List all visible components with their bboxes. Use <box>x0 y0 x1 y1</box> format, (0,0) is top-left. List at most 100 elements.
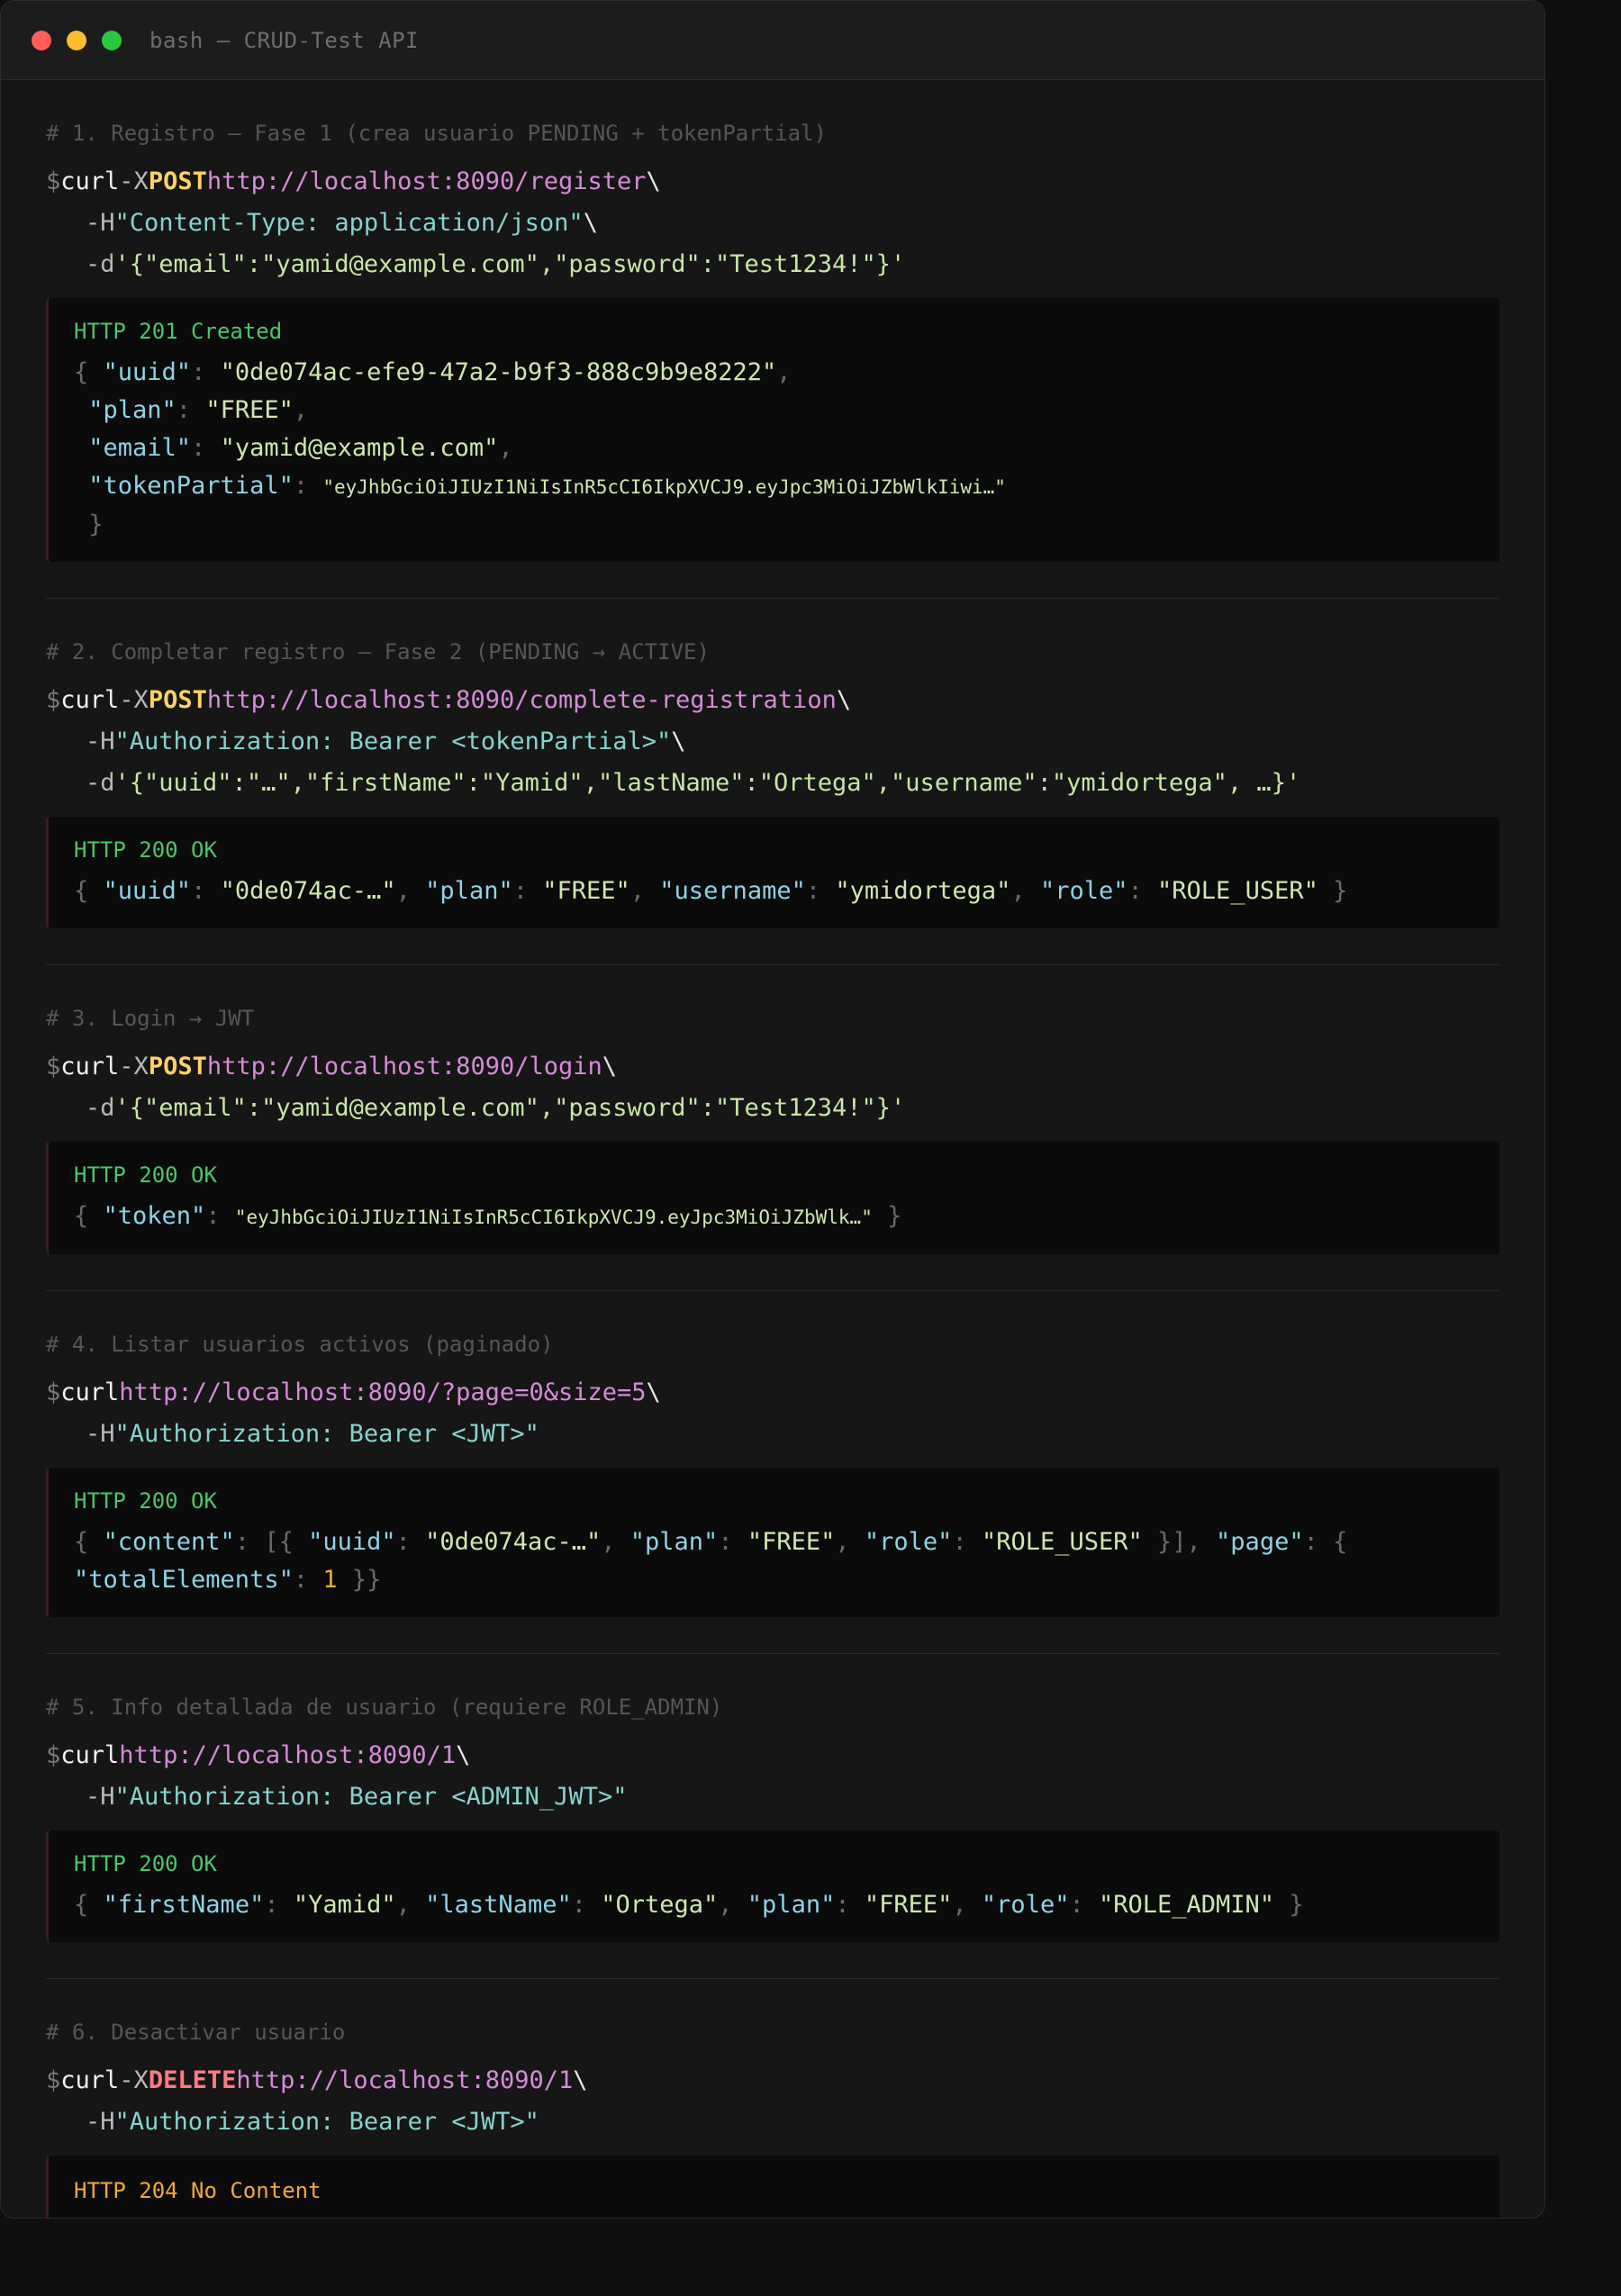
json-value-email: "yamid@example.com" <box>220 434 499 462</box>
json-value-plan: "FREE" <box>864 1891 953 1919</box>
response-block: HTTP 200 OK { "firstName": "Yamid", "las… <box>46 1830 1499 1942</box>
json-value-first-name: "Yamid" <box>293 1891 396 1919</box>
json-value-uuid: "0de074ac-…" <box>425 1528 602 1556</box>
section-register: # 1. Registro — Fase 1 (crea usuario PEN… <box>46 80 1499 599</box>
line-continuation: \ <box>573 2066 588 2094</box>
zoom-window-button[interactable] <box>102 30 122 50</box>
request-url: http://localhost:8090/complete-registrat… <box>206 686 837 714</box>
line-continuation: \ <box>602 1053 618 1080</box>
header-flag: -H <box>86 1783 115 1811</box>
line-continuation: \ <box>646 1379 661 1406</box>
prompt-symbol: $ <box>46 686 61 714</box>
json-value-role: "ROLE_USER" <box>981 1528 1143 1556</box>
json-line: { "uuid": "0de074ac-…", "plan": "FREE", … <box>74 877 1348 905</box>
request-url: http://localhost:8090/1 <box>236 2066 574 2094</box>
close-window-button[interactable] <box>32 30 51 50</box>
header-value: "Content-Type: application/json" <box>114 209 584 237</box>
json-line: { "token": "eyJhbGciOiJIUzI1NiIsInR5cCI6… <box>74 1202 902 1230</box>
response-status: HTTP 200 OK <box>74 1488 217 1514</box>
json-value-token-partial: "eyJhbGciOiJIUzI1NiIsInR5cCI6IkpXVCJ9.ey… <box>322 476 1006 498</box>
line-continuation: \ <box>646 167 661 195</box>
json-value-plan: "FREE" <box>205 396 294 424</box>
method-flag: -X <box>119 686 149 714</box>
section-comment: # 5. Info detallada de usuario (requiere… <box>46 1695 723 1720</box>
section-comment: # 6. Desactivar usuario <box>46 2020 346 2045</box>
command-arg-line: -d'{"email":"yamid@example.com","passwor… <box>46 1088 1499 1129</box>
section-comment: # 3. Login → JWT <box>46 1006 255 1031</box>
data-flag: -d <box>86 769 115 797</box>
json-line: "email": "yamid@example.com", <box>74 434 513 462</box>
command-arg-line: -d'{"uuid":"…","firstName":"Yamid","last… <box>46 763 1499 804</box>
command-line: $curlhttp://localhost:8090/?page=0&size=… <box>46 1372 1499 1414</box>
json-value-total-elements: 1 <box>322 1566 338 1594</box>
command-arg-line: -H"Authorization: Bearer <JWT>" <box>46 2102 1499 2143</box>
command-arg-line: -H"Content-Type: application/json"\ <box>46 203 1499 244</box>
prompt-symbol: $ <box>46 167 61 195</box>
response-status: HTTP 204 No Content <box>74 2178 321 2203</box>
json-value-role: "ROLE_USER" <box>1157 877 1318 905</box>
response-block: HTTP 200 OK { "uuid": "0de074ac-…", "pla… <box>46 817 1499 928</box>
curl-command: curl <box>60 1379 120 1406</box>
response-block: HTTP 200 OK { "token": "eyJhbGciOiJIUzI1… <box>46 1142 1499 1254</box>
command-arg-line: -H"Authorization: Bearer <JWT>" <box>46 1414 1499 1455</box>
response-block: HTTP 200 OK { "content": [{ "uuid": "0de… <box>46 1468 1499 1617</box>
json-line: } <box>74 511 104 538</box>
request-url: http://localhost:8090/login <box>206 1053 602 1080</box>
command-arg-line: -H"Authorization: Bearer <tokenPartial>"… <box>46 721 1499 763</box>
command-line: $curl-XPOSThttp://localhost:8090/complet… <box>46 680 1499 721</box>
curl-command: curl <box>60 2066 120 2094</box>
json-line: { "content": [{ "uuid": "0de074ac-…", "p… <box>74 1528 1348 1556</box>
json-line: { "uuid": "0de074ac-efe9-47a2-b9f3-888c9… <box>74 358 792 386</box>
request-url: http://localhost:8090/?page=0&size=5 <box>119 1379 647 1406</box>
section-deactivate-user: # 6. Desactivar usuario $curl-XDELETEhtt… <box>46 1979 1499 2218</box>
prompt-symbol: $ <box>46 1741 61 1769</box>
header-value: "Authorization: Bearer <ADMIN_JWT>" <box>114 1783 628 1811</box>
json-line: { "firstName": "Yamid", "lastName": "Ort… <box>74 1891 1304 1919</box>
response-status: HTTP 200 OK <box>74 1851 217 1876</box>
data-flag: -d <box>86 1094 115 1122</box>
section-login: # 3. Login → JWT $curl-XPOSThttp://local… <box>46 965 1499 1291</box>
title-bar: bash — CRUD-Test API <box>1 1 1544 80</box>
method-flag: -X <box>119 1053 149 1080</box>
terminal-window: bash — CRUD-Test API # 1. Registro — Fas… <box>0 0 1545 2219</box>
curl-command: curl <box>60 1053 120 1080</box>
line-continuation: \ <box>836 686 852 714</box>
method-flag: -X <box>119 167 149 195</box>
curl-command: curl <box>60 167 120 195</box>
response-status: HTTP 200 OK <box>74 1162 217 1188</box>
json-value-uuid: "0de074ac-efe9-47a2-b9f3-888c9b9e8222" <box>220 358 777 386</box>
response-block: HTTP 201 Created { "uuid": "0de074ac-efe… <box>46 298 1499 562</box>
json-value-last-name: "Ortega" <box>601 1891 719 1919</box>
json-value-username: "ymidortega" <box>835 877 1011 905</box>
response-status: HTTP 200 OK <box>74 837 217 863</box>
header-value: "Authorization: Bearer <JWT>" <box>114 1420 539 1448</box>
json-value-uuid: "0de074ac-…" <box>220 877 396 905</box>
section-comment: # 2. Completar registro — Fase 2 (PENDIN… <box>46 639 710 664</box>
http-method: POST <box>148 1053 207 1080</box>
request-url: http://localhost:8090/register <box>206 167 647 195</box>
data-flag: -d <box>86 250 115 278</box>
line-continuation: \ <box>456 1741 471 1769</box>
request-body: '{"email":"yamid@example.com","password"… <box>114 1094 906 1122</box>
http-method: DELETE <box>148 2066 237 2094</box>
json-value-plan: "FREE" <box>747 1528 836 1556</box>
line-continuation: \ <box>583 209 598 237</box>
prompt-symbol: $ <box>46 2066 61 2094</box>
section-comment: # 4. Listar usuarios activos (paginado) <box>46 1332 554 1357</box>
section-list-users: # 4. Listar usuarios activos (paginado) … <box>46 1291 1499 1654</box>
json-value-role: "ROLE_ADMIN" <box>1098 1891 1275 1919</box>
section-comment: # 1. Registro — Fase 1 (crea usuario PEN… <box>46 121 827 146</box>
minimize-window-button[interactable] <box>67 30 86 50</box>
command-line: $curlhttp://localhost:8090/1\ <box>46 1735 1499 1776</box>
header-flag: -H <box>86 209 115 237</box>
response-block: HTTP 204 No Content <box>46 2156 1499 2218</box>
command-arg-line: -H"Authorization: Bearer <ADMIN_JWT>" <box>46 1776 1499 1818</box>
command-line: $curl-XPOSThttp://localhost:8090/login\ <box>46 1046 1499 1088</box>
method-flag: -X <box>119 2066 149 2094</box>
header-flag: -H <box>86 728 115 755</box>
prompt-symbol: $ <box>46 1053 61 1080</box>
json-line: "tokenPartial": "eyJhbGciOiJIUzI1NiIsInR… <box>74 472 1006 500</box>
terminal-output[interactable]: # 1. Registro — Fase 1 (crea usuario PEN… <box>1 80 1544 2218</box>
http-method: POST <box>148 686 207 714</box>
command-line: $curl-XPOSThttp://localhost:8090/registe… <box>46 161 1499 203</box>
